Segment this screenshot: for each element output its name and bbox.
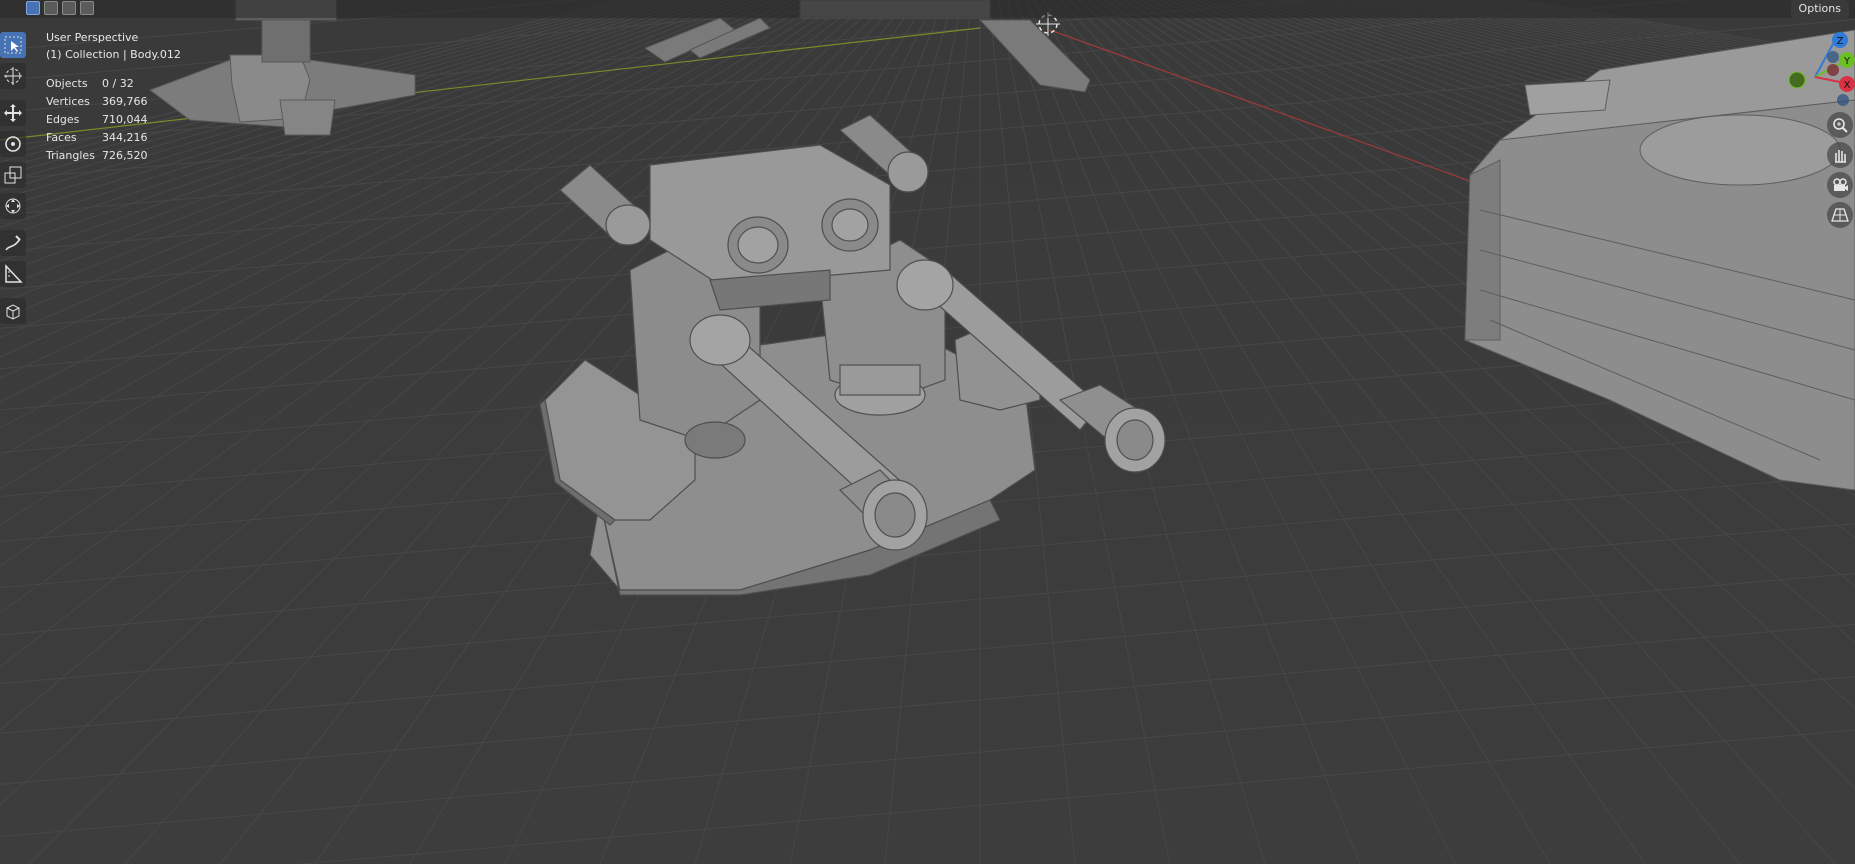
viewport-info: User Perspective (1) Collection | Body.0… — [46, 29, 181, 63]
options-button[interactable]: Options — [1790, 0, 1849, 18]
tool-select-box[interactable] — [0, 32, 26, 58]
viewport-nav-buttons — [1827, 112, 1855, 232]
pan-button[interactable] — [1827, 142, 1853, 168]
tool-rotate[interactable] — [0, 131, 26, 157]
gizmo-z-label: Z — [1837, 36, 1844, 47]
viewport-scene[interactable] — [0, 0, 1855, 864]
stat-value: 344,216 — [102, 131, 148, 144]
stat-row: Edges 710,044 — [46, 111, 148, 129]
scale-icon — [4, 166, 22, 184]
stat-label: Faces — [46, 131, 77, 144]
stat-label: Objects — [46, 77, 88, 90]
viewport-header — [0, 0, 1855, 18]
tool-move[interactable] — [0, 100, 26, 126]
stat-label: Edges — [46, 113, 80, 126]
stat-value: 710,044 — [102, 113, 148, 126]
select-invert-icon[interactable] — [80, 1, 94, 15]
gizmo-y-label: Y — [1843, 56, 1851, 67]
stat-row: Triangles 726,520 — [46, 147, 148, 165]
stat-value: 369,766 — [102, 95, 148, 108]
view-name: User Perspective — [46, 31, 139, 44]
perspective-toggle-button[interactable] — [1827, 202, 1853, 228]
transform-icon — [5, 198, 21, 214]
stat-row: Faces 344,216 — [46, 129, 148, 147]
zoom-button[interactable] — [1827, 112, 1853, 138]
tool-cursor[interactable] — [0, 63, 26, 89]
gizmo-x-label: X — [1844, 80, 1851, 91]
navigation-gizmo[interactable]: Z Y X — [1785, 32, 1855, 112]
tool-shelf — [0, 32, 26, 329]
tool-measure[interactable] — [0, 261, 26, 287]
stat-label: Vertices — [46, 95, 90, 108]
stat-value: 0 / 32 — [102, 77, 134, 90]
tool-annotate[interactable] — [0, 230, 26, 256]
stat-row: Objects 0 / 32 — [46, 75, 148, 93]
stat-value: 726,520 — [102, 149, 148, 162]
pan-hand-icon — [1835, 150, 1846, 163]
perspective-grid-icon — [1831, 208, 1849, 222]
tool-scale[interactable] — [0, 162, 26, 188]
collection-line: (1) Collection | Body.012 — [46, 48, 181, 61]
measure-icon — [5, 264, 23, 283]
stat-label: Triangles — [46, 149, 95, 162]
cursor-icon — [4, 67, 22, 85]
select-extend-icon[interactable] — [44, 1, 58, 15]
add-cube-icon — [6, 304, 20, 320]
tool-transform[interactable] — [0, 193, 26, 219]
zoom-icon — [1833, 118, 1848, 133]
tool-add-cube[interactable] — [0, 298, 26, 324]
camera-icon — [1833, 178, 1848, 191]
rotate-icon — [5, 136, 21, 152]
select-box-icon — [4, 36, 22, 54]
stat-row: Vertices 369,766 — [46, 93, 148, 111]
move-icon — [4, 104, 22, 122]
annotate-icon — [5, 235, 21, 251]
select-subtract-icon[interactable] — [62, 1, 76, 15]
scene-statistics: Objects 0 / 32 Vertices 369,766 Edges 710,0… — [46, 75, 148, 165]
select-box-icon[interactable] — [26, 1, 40, 15]
selection-mode-group[interactable] — [26, 1, 94, 15]
3d-viewport[interactable]: Options User Perspective (1) Collection … — [0, 0, 1855, 864]
camera-button[interactable] — [1827, 172, 1853, 198]
gizmo-negative-y[interactable] — [1788, 71, 1806, 89]
